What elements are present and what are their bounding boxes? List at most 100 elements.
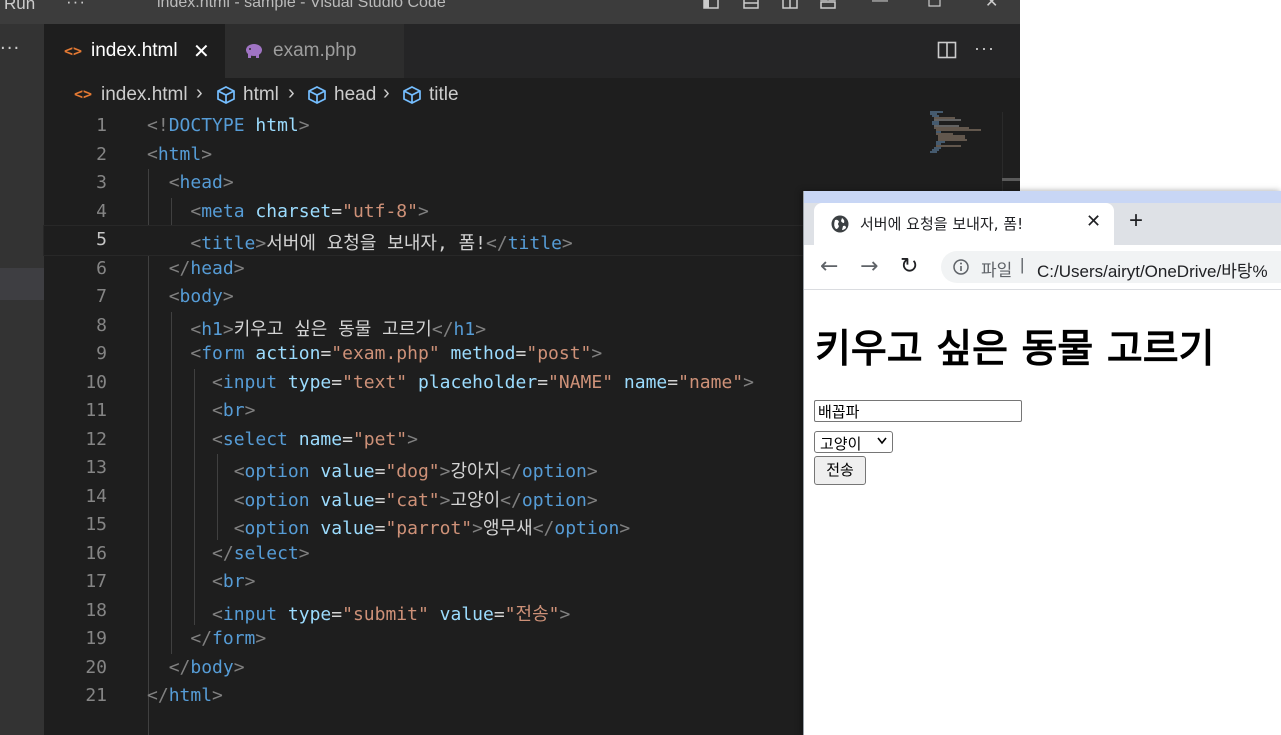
- breadcrumb-item-html[interactable]: html: [243, 84, 279, 106]
- code-token: >: [475, 318, 487, 340]
- code-token: "submit": [342, 603, 429, 625]
- code-token: </: [431, 318, 454, 340]
- code-token: >: [559, 603, 571, 625]
- menu-more[interactable]: ···: [66, 0, 86, 12]
- code-token: =: [374, 489, 386, 511]
- line-number: 7: [96, 286, 107, 307]
- code-token: </: [500, 489, 522, 511]
- code-token: </: [190, 628, 213, 649]
- code-token: input: [222, 371, 278, 393]
- code-token: 키우고 싶은 동물 고르기: [233, 318, 432, 340]
- code-line[interactable]: 2 <html>: [44, 141, 1004, 170]
- code-text: </html>: [147, 685, 223, 706]
- code-token: </: [168, 257, 191, 279]
- line-number: 19: [85, 628, 107, 649]
- activity-more-icon[interactable]: ···: [0, 38, 20, 59]
- code-token: <: [233, 489, 245, 511]
- minimap[interactable]: [925, 110, 985, 154]
- code-token: >: [212, 685, 223, 706]
- toggle-panel-icon[interactable]: [743, 0, 759, 9]
- reload-button[interactable]: ↻: [900, 254, 918, 279]
- submit-button[interactable]: 전송: [814, 456, 866, 485]
- tab-label: exam.php: [273, 40, 357, 61]
- activity-selected-item[interactable]: [0, 268, 44, 300]
- code-token: >: [439, 489, 451, 511]
- line-number: 10: [85, 371, 107, 393]
- code-token: >: [255, 628, 267, 649]
- code-token: 서버에 요청을 보내자, 폼!: [266, 233, 487, 254]
- browser-tab-strip: 서버에 요청을 보내자, 폼! ✕ +: [804, 191, 1281, 245]
- new-tab-button[interactable]: +: [1129, 207, 1143, 235]
- code-token: =: [331, 200, 343, 222]
- breadcrumb-item-title[interactable]: title: [429, 84, 459, 106]
- code-token: head: [179, 172, 223, 193]
- page-content: 키우고 싶은 동물 고르기 고양이 전송: [804, 290, 1281, 735]
- url-scheme-label: 파일: [981, 261, 1013, 281]
- line-number: 17: [85, 571, 107, 592]
- code-token: "utf-8": [342, 200, 418, 222]
- close-window-button[interactable]: ✕: [985, 0, 998, 12]
- code-text: </select>: [147, 543, 310, 564]
- toggle-primary-sidebar-icon[interactable]: [703, 0, 719, 9]
- info-icon[interactable]: [953, 259, 969, 275]
- pet-select[interactable]: 고양이: [814, 431, 893, 453]
- browser-tab[interactable]: 서버에 요청을 보내자, 폼! ✕: [814, 203, 1114, 245]
- browser-tab-title: 서버에 요청을 보내자, 폼!: [860, 215, 1024, 233]
- code-token: option: [244, 518, 310, 539]
- code-token: >: [439, 461, 451, 482]
- php-elephant-icon: [246, 44, 262, 58]
- close-tab-icon[interactable]: ✕: [1086, 211, 1101, 232]
- code-text: <input type="text" placeholder="NAME" na…: [147, 372, 754, 393]
- toggle-secondary-sidebar-icon[interactable]: [782, 0, 798, 9]
- code-token: >: [222, 172, 234, 193]
- line-number: 8: [96, 314, 107, 336]
- url-text[interactable]: C:/Users/airyt/OneDrive/바탕%: [1037, 257, 1268, 282]
- minimize-button[interactable]: —: [872, 0, 888, 10]
- tab-index-html[interactable]: <> index.html ✕: [44, 24, 225, 78]
- code-token: <: [233, 518, 245, 539]
- code-text: <!DOCTYPE html>: [147, 115, 310, 136]
- code-token: value: [439, 603, 494, 625]
- window-title: index.html - sample - Visual Studio Code: [157, 0, 446, 11]
- code-token: >: [233, 257, 245, 279]
- editor-tabs: <> index.html ✕ exam.php ···: [44, 24, 1020, 78]
- code-token: </: [168, 656, 191, 678]
- breadcrumb-item-head[interactable]: head: [334, 84, 376, 106]
- element-cube-icon: [403, 86, 421, 104]
- code-text: <head>: [147, 172, 234, 193]
- address-bar[interactable]: 파일 | C:/Users/airyt/OneDrive/바탕%: [941, 251, 1281, 283]
- more-actions-icon[interactable]: ···: [974, 38, 995, 59]
- maximize-button[interactable]: [928, 0, 941, 7]
- code-line[interactable]: 1 <!DOCTYPE html>: [44, 112, 1004, 141]
- breadcrumb-item-file[interactable]: index.html: [101, 84, 188, 106]
- browser-window: 서버에 요청을 보내자, 폼! ✕ + ← → ↻ 파일 | C:/Users/…: [803, 191, 1281, 735]
- name-input[interactable]: [814, 400, 1022, 422]
- code-token: <: [190, 200, 202, 222]
- code-token: input: [222, 603, 278, 625]
- page-heading: 키우고 싶은 동물 고르기: [815, 327, 1215, 372]
- code-text: <option value="cat">고양이</option>: [147, 486, 598, 512]
- close-tab-icon[interactable]: ✕: [193, 39, 210, 64]
- code-token: 앵무새: [483, 518, 533, 539]
- back-button[interactable]: ←: [820, 254, 838, 279]
- tab-exam-php[interactable]: exam.php: [225, 24, 404, 78]
- tab-strip-top: [804, 191, 1281, 203]
- menu-run[interactable]: Run: [4, 0, 35, 14]
- forward-button[interactable]: →: [860, 254, 878, 279]
- code-token: >: [233, 656, 245, 678]
- split-editor-icon[interactable]: [937, 40, 957, 60]
- customize-layout-icon[interactable]: [820, 0, 836, 9]
- line-number: 14: [85, 485, 107, 507]
- code-token: >: [222, 286, 234, 307]
